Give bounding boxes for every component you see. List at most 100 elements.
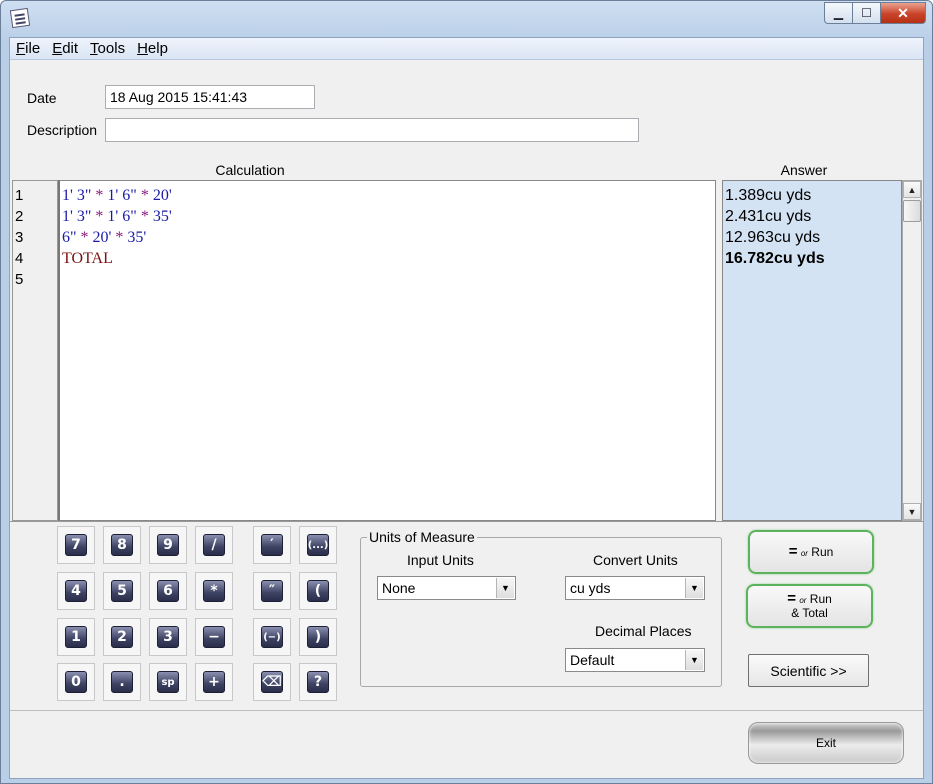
run-total-label: = or Run <box>787 590 832 607</box>
menu-tools[interactable]: Tools <box>90 40 125 57</box>
key-7-button[interactable]: 7 <box>57 526 95 564</box>
key-inches-button[interactable]: ″ <box>253 572 291 610</box>
key-ellipsis-paren-button[interactable]: (...) <box>299 526 337 564</box>
scientific-button[interactable]: Scientific >> <box>748 654 869 687</box>
key-6-icon: 6 <box>157 580 179 602</box>
key-plus-button[interactable]: + <box>195 663 233 701</box>
key-minus-icon: − <box>203 626 225 648</box>
calc-token: TOTAL <box>62 250 113 267</box>
run-button-label: = or Run <box>788 542 834 560</box>
key-open-paren-button[interactable]: ( <box>299 572 337 610</box>
line-numbers: 1 2 3 4 5 <box>12 180 58 521</box>
answer-line: 1.389cu yds <box>725 187 812 204</box>
key-0-button[interactable]: 0 <box>57 663 95 701</box>
calc-token: * <box>140 208 153 225</box>
calc-token: * <box>115 229 128 246</box>
input-units-select[interactable]: None ▼ <box>377 576 516 600</box>
key-4-icon: 4 <box>65 580 87 602</box>
scroll-thumb[interactable] <box>903 200 921 222</box>
calc-line[interactable]: TOTAL <box>62 248 715 269</box>
close-button[interactable]: ✕ <box>880 2 926 24</box>
key-minus-button[interactable]: − <box>195 618 233 656</box>
key-2-button[interactable]: 2 <box>103 618 141 656</box>
calc-token: 1' 3" <box>62 208 96 225</box>
key-ellipsis-paren-icon: (...) <box>307 534 329 556</box>
key-open-paren-icon: ( <box>307 580 329 602</box>
key-6-button[interactable]: 6 <box>149 572 187 610</box>
calc-line[interactable] <box>62 269 715 290</box>
key-5-button[interactable]: 5 <box>103 572 141 610</box>
line-number: 5 <box>15 271 24 288</box>
menu-edit[interactable]: Edit <box>52 40 78 57</box>
key-2-icon: 2 <box>111 626 133 648</box>
dropdown-arrow-icon[interactable]: ▼ <box>685 578 703 598</box>
input-units-label: Input Units <box>407 552 474 568</box>
line-number: 1 <box>15 187 24 204</box>
convert-units-value: cu yds <box>570 580 611 596</box>
decimal-places-label: Decimal Places <box>595 623 692 639</box>
key-divide-button[interactable]: / <box>195 526 233 564</box>
key-3-button[interactable]: 3 <box>149 618 187 656</box>
dropdown-arrow-icon[interactable]: ▼ <box>685 650 703 670</box>
key-backspace-button[interactable]: ⌫ <box>253 663 291 701</box>
input-units-value: None <box>382 580 416 596</box>
key-negate-button[interactable]: (−) <box>253 618 291 656</box>
equals-glyph: = <box>787 590 796 607</box>
client-area: File Edit Tools Help Date 18 Aug 2015 15… <box>9 37 924 779</box>
calculation-editor[interactable]: 1' 3" * 1' 6" * 20' 1' 3" * 1' 6" * 35' 6"… <box>58 180 716 521</box>
run-text: Run <box>809 592 832 606</box>
date-field[interactable]: 18 Aug 2015 15:41:43 <box>105 85 315 109</box>
calc-line[interactable]: 6" * 20' * 35' <box>62 227 715 248</box>
calc-token: 20' <box>92 229 116 246</box>
key-4-button[interactable]: 4 <box>57 572 95 610</box>
key-8-button[interactable]: 8 <box>103 526 141 564</box>
calc-token: 1' 3" <box>62 187 96 204</box>
answer-scrollbar[interactable]: ▲ ▼ <box>902 180 922 521</box>
decimal-places-select[interactable]: Default ▼ <box>565 648 705 672</box>
run-button[interactable]: = or Run <box>748 530 874 574</box>
key-5-icon: 5 <box>111 580 133 602</box>
description-field[interactable] <box>105 118 639 142</box>
convert-units-select[interactable]: cu yds ▼ <box>565 576 705 600</box>
calc-token: * <box>140 187 153 204</box>
key-divide-icon: / <box>203 534 225 556</box>
exit-button[interactable]: Exit <box>748 722 904 764</box>
run-and-total-button[interactable]: = or Run & Total <box>746 584 873 628</box>
key-close-paren-button[interactable]: ) <box>299 618 337 656</box>
key-9-button[interactable]: 9 <box>149 526 187 564</box>
key-help-button[interactable]: ? <box>299 663 337 701</box>
calc-token: 35' <box>152 208 172 225</box>
key-space-button[interactable]: sp <box>149 663 187 701</box>
run-text: Run <box>811 544 834 559</box>
key-1-button[interactable]: 1 <box>57 618 95 656</box>
calc-token: 6" <box>62 229 81 246</box>
minimize-button[interactable]: ▁ <box>824 2 852 24</box>
dropdown-arrow-icon[interactable]: ▼ <box>496 578 514 598</box>
equals-glyph: = <box>788 542 798 560</box>
title-bar[interactable]: ▁ ☐ ✕ <box>1 1 932 37</box>
units-of-measure-group: Units of Measure Input Units None ▼ Conv… <box>360 529 722 687</box>
key-multiply-button[interactable]: * <box>195 572 233 610</box>
scroll-down-arrow[interactable]: ▼ <box>903 503 921 520</box>
key-decimal-button[interactable]: . <box>103 663 141 701</box>
scroll-up-arrow[interactable]: ▲ <box>903 181 921 198</box>
key-inches-icon: ″ <box>261 580 283 602</box>
calc-line[interactable]: 1' 3" * 1' 6" * 35' <box>62 206 715 227</box>
menu-bar: File Edit Tools Help <box>10 38 923 60</box>
calc-token: 1' 6" <box>107 187 141 204</box>
and-total-text: & Total <box>791 606 828 620</box>
maximize-button[interactable]: ☐ <box>852 2 880 24</box>
maximize-icon: ☐ <box>861 6 872 20</box>
description-label: Description <box>27 122 98 138</box>
answer-line: 12.963cu yds <box>725 229 821 246</box>
or-text: or <box>800 548 808 558</box>
menu-help[interactable]: Help <box>137 40 168 57</box>
calc-token: 20' <box>152 187 172 204</box>
calc-token: * <box>95 208 108 225</box>
notepad-app-icon[interactable] <box>9 7 31 29</box>
divider <box>10 521 923 522</box>
calc-line[interactable]: 1' 3" * 1' 6" * 20' <box>62 185 715 206</box>
key-feet-button[interactable]: ′ <box>253 526 291 564</box>
key-space-icon: sp <box>157 671 179 693</box>
menu-file[interactable]: File <box>16 40 40 57</box>
